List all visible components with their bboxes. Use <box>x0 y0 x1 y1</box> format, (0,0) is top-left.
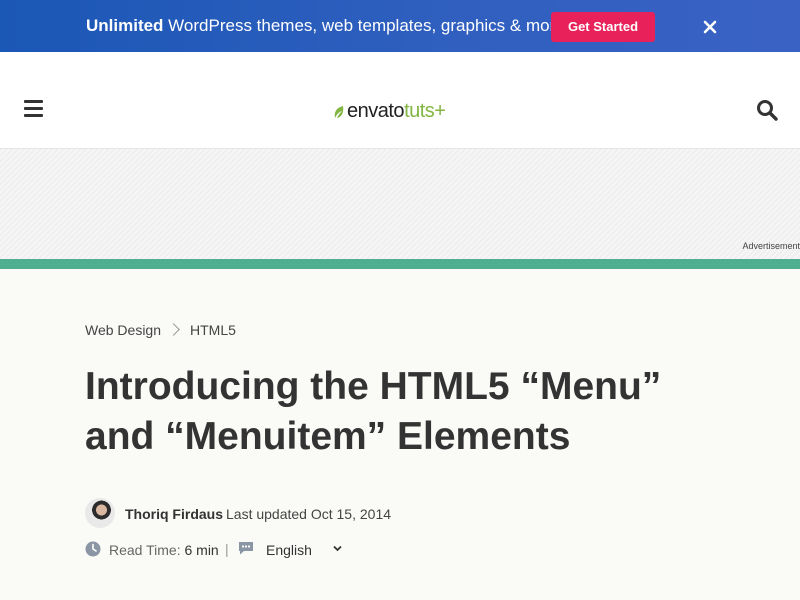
meta-divider: | <box>225 541 229 557</box>
search-icon[interactable] <box>756 99 778 121</box>
author-name[interactable]: Thoriq Firdaus <box>125 506 223 522</box>
promo-banner: Unlimited WordPress themes, web template… <box>0 0 800 52</box>
leaf-icon <box>334 105 344 118</box>
article-title: Introducing the HTML5 “Menu” and “Menuit… <box>85 365 662 458</box>
logo-envato: envato <box>347 100 405 122</box>
speech-bubble-icon <box>239 542 253 555</box>
read-time: Read Time: 6 min <box>109 542 219 558</box>
site-header: envatotuts+ <box>0 52 800 149</box>
promo-text: Unlimited WordPress themes, web template… <box>86 16 569 36</box>
read-time-label: Read Time: <box>109 542 181 558</box>
promo-rest-text: WordPress themes, web templates, graphic… <box>163 16 570 35</box>
chevron-right-icon <box>167 323 180 336</box>
last-updated: Last updated Oct 15, 2014 <box>226 506 392 522</box>
breadcrumb: Web Design HTML5 <box>85 322 236 338</box>
envato-tuts-logo[interactable]: envatotuts+ <box>333 99 446 123</box>
hamburger-icon[interactable] <box>24 100 44 118</box>
breadcrumb-html5[interactable]: HTML5 <box>190 322 236 338</box>
promo-bold-text: Unlimited <box>86 16 164 35</box>
accent-bar <box>0 259 800 269</box>
logo-tuts: tuts+ <box>404 100 446 122</box>
clock-icon <box>85 541 101 557</box>
get-started-button[interactable]: Get Started <box>551 12 655 42</box>
advertisement-label: Advertisement <box>742 241 800 251</box>
language-select[interactable]: English <box>266 542 312 558</box>
close-icon[interactable] <box>701 18 719 36</box>
read-time-value: 6 min <box>184 542 219 558</box>
advertisement-area: Advertisement <box>0 149 800 259</box>
chevron-down-icon[interactable] <box>333 544 342 553</box>
breadcrumb-web-design[interactable]: Web Design <box>85 322 161 338</box>
avatar[interactable] <box>85 498 115 528</box>
